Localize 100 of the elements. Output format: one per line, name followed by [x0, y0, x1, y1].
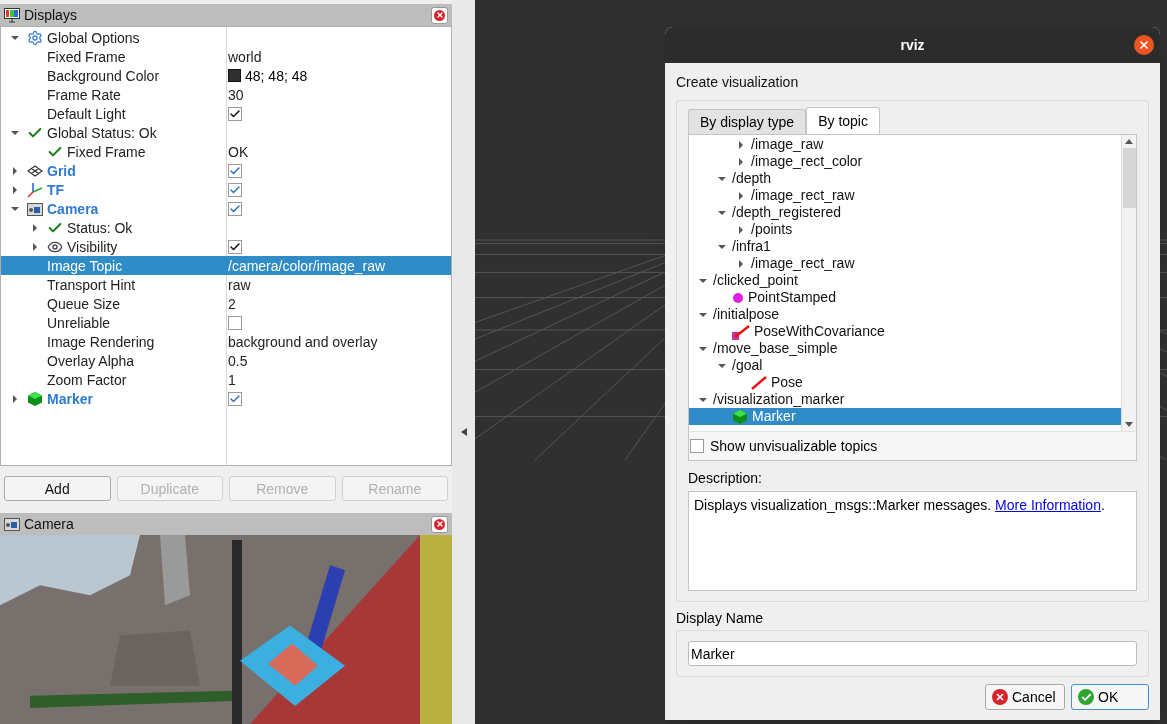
topic-item[interactable]: Pose — [689, 374, 1121, 391]
tree-row[interactable]: Fixed Frame world — [1, 47, 451, 66]
property-value: 48; 48; 48 — [245, 66, 308, 86]
tree-row[interactable]: Image Rendering background and overlay — [1, 332, 451, 351]
property-label: Status: Ok — [67, 218, 133, 238]
check-icon — [1078, 689, 1094, 705]
expanded-caret-icon[interactable] — [718, 174, 726, 183]
tree-row[interactable]: Image Topic /camera/color/image_raw — [1, 256, 451, 275]
property-label: Overlay Alpha — [47, 351, 135, 371]
collapsed-caret-icon[interactable] — [11, 185, 19, 194]
topic-label: Marker — [752, 408, 796, 425]
cancel-button[interactable]: Cancel — [985, 684, 1065, 710]
collapsed-caret-icon[interactable] — [31, 223, 39, 232]
topic-item[interactable]: Marker — [689, 408, 1121, 425]
tree-row[interactable]: Global Status: Ok — [1, 123, 451, 142]
expanded-caret-icon[interactable] — [699, 344, 707, 353]
topic-item[interactable]: /image_rect_raw — [689, 255, 1121, 272]
expanded-caret-icon[interactable] — [699, 276, 707, 285]
axes-icon — [27, 181, 43, 198]
checkbox[interactable] — [690, 439, 704, 453]
description-text: Displays visualization_msgs::Marker messages. More Information. — [688, 491, 1137, 591]
collapsed-caret-icon[interactable] — [31, 242, 39, 251]
expanded-caret-icon[interactable] — [718, 208, 726, 217]
ok-button[interactable]: OK — [1071, 684, 1149, 710]
tab[interactable]: By display type — [688, 109, 807, 134]
topic-item[interactable]: PoseWithCovariance — [689, 323, 1121, 340]
color-swatch[interactable] — [228, 69, 241, 82]
scrollbar[interactable] — [1121, 135, 1136, 431]
tree-row[interactable]: Camera — [1, 199, 451, 218]
tree-row[interactable]: Queue Size 2 — [1, 294, 451, 313]
collapsed-caret-icon[interactable] — [737, 157, 745, 166]
topic-label: /image_rect_raw — [751, 255, 855, 272]
tab[interactable]: By topic — [806, 107, 880, 134]
topic-item[interactable]: /move_base_simple — [689, 340, 1121, 357]
close-button[interactable] — [1134, 35, 1154, 55]
tree-row[interactable]: Background Color 48; 48; 48 — [1, 66, 451, 85]
more-information-link[interactable]: More Information — [995, 497, 1101, 513]
expanded-caret-icon[interactable] — [699, 310, 707, 319]
expanded-caret-icon[interactable] — [718, 361, 726, 370]
collapsed-caret-icon[interactable] — [737, 140, 745, 149]
scroll-down-icon[interactable] — [1125, 422, 1133, 427]
tree-row[interactable]: Frame Rate 30 — [1, 85, 451, 104]
tree-row[interactable]: Transport Hint raw — [1, 275, 451, 294]
topic-label: /visualization_marker — [713, 391, 845, 408]
topic-item[interactable]: /infra1 — [689, 238, 1121, 255]
tree-row[interactable]: Overlay Alpha 0.5 — [1, 351, 451, 370]
checkbox[interactable] — [228, 239, 242, 254]
property-label: Queue Size — [47, 294, 121, 314]
tree-row[interactable]: Status: Ok — [1, 218, 451, 237]
topic-item[interactable]: PointStamped — [689, 289, 1121, 306]
scroll-up-icon[interactable] — [1125, 139, 1133, 144]
topic-item[interactable]: /image_rect_raw — [689, 187, 1121, 204]
tree-row[interactable]: Grid — [1, 161, 451, 180]
topic-label: /depth — [732, 170, 771, 187]
tree-row[interactable]: Zoom Factor 1 — [1, 370, 451, 389]
topic-item[interactable]: /depth — [689, 170, 1121, 187]
tree-row[interactable]: Default Light — [1, 104, 451, 123]
topic-item[interactable]: /initialpose — [689, 306, 1121, 323]
section-label: Description: — [688, 469, 763, 488]
checkbox[interactable] — [228, 391, 242, 406]
property-value: 30 — [228, 85, 244, 105]
topic-item[interactable]: /image_raw — [689, 136, 1121, 153]
checkbox[interactable] — [228, 163, 242, 178]
panel-title: Displays — [24, 6, 78, 25]
expanded-caret-icon[interactable] — [699, 395, 707, 404]
tree-row[interactable]: Visibility — [1, 237, 451, 256]
scrollbar-handle[interactable] — [1122, 148, 1136, 208]
expanded-caret-icon[interactable] — [11, 128, 19, 137]
property-label: Grid — [47, 161, 76, 181]
collapsed-caret-icon[interactable] — [11, 166, 19, 175]
tree-row[interactable]: Marker — [1, 389, 451, 408]
property-value: world — [228, 47, 262, 67]
tree-row[interactable]: TF — [1, 180, 451, 199]
collapse-arrow-icon[interactable] — [460, 428, 467, 436]
collapsed-caret-icon[interactable] — [737, 191, 745, 200]
topic-item[interactable]: /points — [689, 221, 1121, 238]
collapsed-caret-icon[interactable] — [737, 225, 745, 234]
display-name-field[interactable]: Marker — [688, 641, 1137, 666]
topic-item[interactable]: /clicked_point — [689, 272, 1121, 289]
tree-row[interactable]: Fixed Frame OK — [1, 142, 451, 161]
expanded-caret-icon[interactable] — [718, 242, 726, 251]
checkbox[interactable] — [228, 315, 242, 330]
close-icon — [1138, 39, 1150, 51]
panel-button[interactable]: Add — [4, 476, 111, 501]
collapsed-caret-icon[interactable] — [11, 394, 19, 403]
topic-item[interactable]: /image_rect_color — [689, 153, 1121, 170]
expanded-caret-icon[interactable] — [11, 204, 19, 213]
checkbox[interactable] — [228, 106, 242, 121]
topic-item[interactable]: /depth_registered — [689, 204, 1121, 221]
tree-row[interactable]: Global Options — [1, 28, 451, 47]
topic-item[interactable]: /goal — [689, 357, 1121, 374]
property-label: Image Rendering — [47, 332, 155, 352]
checkbox[interactable] — [228, 182, 242, 197]
property-value: OK — [228, 142, 249, 162]
expanded-caret-icon[interactable] — [11, 33, 19, 42]
cube-icon — [732, 408, 748, 425]
collapsed-caret-icon[interactable] — [737, 259, 745, 268]
checkbox[interactable] — [228, 201, 242, 216]
topic-item[interactable]: /visualization_marker — [689, 391, 1121, 408]
tree-row[interactable]: Unreliable — [1, 313, 451, 332]
